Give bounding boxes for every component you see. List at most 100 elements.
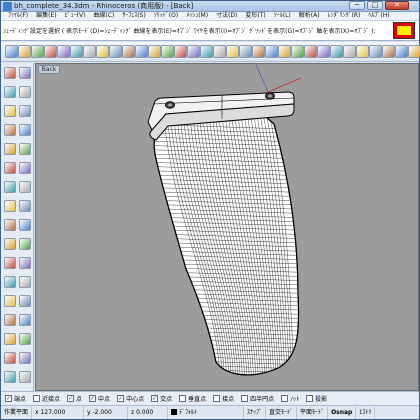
- sphere-icon[interactable]: [317, 45, 330, 58]
- menu-curve[interactable]: 曲線(C): [89, 12, 118, 20]
- properties-icon[interactable]: [265, 45, 278, 58]
- freeform-icon[interactable]: [19, 143, 31, 155]
- undo-icon[interactable]: [109, 45, 122, 58]
- new-file-icon[interactable]: [5, 45, 18, 58]
- zoom-selected-icon[interactable]: [200, 45, 213, 58]
- polyline-icon[interactable]: [4, 86, 16, 98]
- join-icon[interactable]: [19, 257, 31, 269]
- rectangle-icon[interactable]: [19, 124, 31, 136]
- osnap-center-checkbox[interactable]: ✓: [117, 395, 125, 402]
- osnap-mid-checkbox[interactable]: ✓: [89, 395, 97, 402]
- shaded-icon[interactable]: [291, 45, 304, 58]
- polygon-icon[interactable]: [4, 143, 16, 155]
- title-bar[interactable]: bh_complete_34.3dm - Rhinoceros (商用版) - …: [1, 1, 419, 12]
- rotate-view-icon[interactable]: [148, 45, 161, 58]
- gradient-icon[interactable]: [330, 45, 343, 58]
- osnap-tangent-checkbox[interactable]: [213, 395, 221, 402]
- osnap-perp[interactable]: 垂直点: [179, 394, 206, 403]
- cut-icon[interactable]: [70, 45, 83, 58]
- viewport-title[interactable]: Back: [38, 65, 60, 74]
- dimension-icon[interactable]: [19, 333, 31, 345]
- maximize-button[interactable]: □: [367, 1, 383, 10]
- display-color-swatch[interactable]: [393, 22, 415, 39]
- menu-view[interactable]: ﾋﾞｭｰ(V): [61, 12, 90, 20]
- import-icon[interactable]: [57, 45, 70, 58]
- rotate-object-icon[interactable]: [19, 295, 31, 307]
- surface-icon[interactable]: [4, 162, 16, 174]
- analyze-icon[interactable]: [4, 371, 16, 383]
- four-views-icon[interactable]: [226, 45, 239, 58]
- menu-help[interactable]: ﾍﾙﾌﾟ(H): [364, 12, 393, 20]
- command-area[interactable]: ｼｪｰﾃﾞｨﾝｸﾞ設定を選択 ( 表示ﾓｰﾄﾞ(D)=ｼｪｰﾃﾞｨﾝｸﾞ 曲線を…: [1, 21, 419, 41]
- osnap-end-checkbox[interactable]: ✓: [5, 395, 12, 402]
- status-ortho[interactable]: 直交ﾓｰﾄﾞ: [266, 406, 298, 419]
- status-planar[interactable]: 平面ﾓｰﾄﾞ: [297, 406, 329, 419]
- move-icon[interactable]: [19, 276, 31, 288]
- status-layer[interactable]: ﾃﾞﾌｫﾙﾄ: [168, 406, 245, 419]
- extrude-icon[interactable]: [19, 162, 31, 174]
- explode-icon[interactable]: [4, 276, 16, 288]
- pan-icon[interactable]: [135, 45, 148, 58]
- osnap-knot[interactable]: ﾉｯﾄ: [281, 394, 299, 403]
- curve-icon[interactable]: [19, 86, 31, 98]
- cylinder-icon[interactable]: [4, 200, 16, 212]
- array-icon[interactable]: [4, 333, 16, 345]
- zoom-window-icon[interactable]: [174, 45, 187, 58]
- text-icon[interactable]: [4, 352, 16, 364]
- osnap-point-checkbox[interactable]: ✓: [67, 395, 75, 402]
- point-icon[interactable]: [19, 67, 31, 79]
- osnap-quad-checkbox[interactable]: [241, 395, 249, 402]
- minimize-button[interactable]: ─: [349, 1, 365, 10]
- mirror-icon[interactable]: [19, 314, 31, 326]
- layer-icon[interactable]: [252, 45, 265, 58]
- status-osnap[interactable]: Osnap: [328, 406, 357, 419]
- split-icon[interactable]: [4, 257, 16, 269]
- menu-file[interactable]: ﾌｧｲﾙ(F): [4, 12, 32, 20]
- menu-dimension[interactable]: 寸法(D): [212, 12, 241, 20]
- osnap-intersection-checkbox[interactable]: ✓: [151, 395, 159, 402]
- render-object-icon[interactable]: [19, 371, 31, 383]
- offset-icon[interactable]: [4, 238, 16, 250]
- menu-mesh[interactable]: ﾒｯｼｭ(M): [182, 12, 212, 20]
- environment-icon[interactable]: [395, 45, 408, 58]
- status-history[interactable]: ﾋｽﾄﾘ: [356, 406, 376, 419]
- osnap-project-checkbox[interactable]: [306, 395, 314, 402]
- mesh-icon[interactable]: [19, 200, 31, 212]
- ellipse-icon[interactable]: [4, 124, 16, 136]
- osnap-near-checkbox[interactable]: [33, 395, 41, 402]
- command-prompt[interactable]: ｼｪｰﾃﾞｨﾝｸﾞ設定を選択 ( 表示ﾓｰﾄﾞ(D)=ｼｪｰﾃﾞｨﾝｸﾞ 曲線を…: [3, 27, 389, 36]
- osnap-perp-checkbox[interactable]: [179, 395, 187, 402]
- sphere-solid-icon[interactable]: [19, 181, 31, 193]
- osnap-tangent[interactable]: 接点: [213, 394, 234, 403]
- box-icon[interactable]: [4, 181, 16, 193]
- menu-tools[interactable]: ﾂｰﾙ(L): [270, 12, 295, 20]
- close-button[interactable]: ✕: [385, 1, 409, 10]
- zoom-icon[interactable]: [161, 45, 174, 58]
- menu-surface[interactable]: ｻｰﾌｪｽ(S): [118, 12, 150, 20]
- zoom-extents-icon[interactable]: [187, 45, 200, 58]
- fillet-icon[interactable]: [19, 219, 31, 231]
- hatch-icon[interactable]: [19, 352, 31, 364]
- redo-icon[interactable]: [122, 45, 135, 58]
- osnap-end[interactable]: ✓ 端点: [5, 394, 26, 403]
- material-icon[interactable]: [382, 45, 395, 58]
- copy-object-icon[interactable]: [4, 295, 16, 307]
- blade-shape[interactable]: [136, 114, 316, 378]
- status-snap[interactable]: ｽﾅｯﾌﾟ: [244, 406, 267, 419]
- select-arrow-icon[interactable]: [4, 67, 16, 79]
- open-file-icon[interactable]: [18, 45, 31, 58]
- circle-icon[interactable]: [4, 105, 16, 117]
- trim-icon[interactable]: [19, 238, 31, 250]
- render-icon[interactable]: [356, 45, 369, 58]
- arc-icon[interactable]: [19, 105, 31, 117]
- menu-analyze[interactable]: 解析(A): [295, 12, 324, 20]
- grid-icon[interactable]: [239, 45, 252, 58]
- menu-solid[interactable]: ｿﾘｯﾄﾞ(O): [150, 12, 182, 20]
- rendered-icon[interactable]: [304, 45, 317, 58]
- osnap-center[interactable]: ✓ 中心点: [117, 394, 144, 403]
- menu-render[interactable]: ﾚﾝﾀﾞﾘﾝｸﾞ(R): [324, 12, 365, 20]
- osnap-project[interactable]: 投影: [306, 394, 327, 403]
- menu-transform[interactable]: 変形(T): [241, 12, 269, 20]
- osnap-quad[interactable]: 四半円点: [241, 394, 274, 403]
- back-viewport[interactable]: Back: [35, 63, 419, 391]
